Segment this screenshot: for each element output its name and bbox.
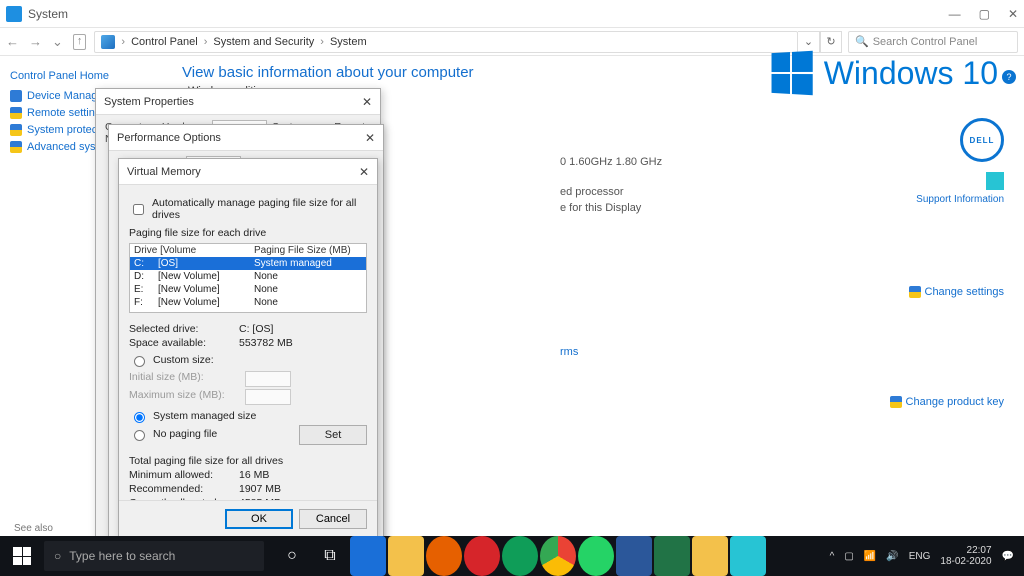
tray-notifications-icon[interactable]: 💬	[1002, 551, 1014, 562]
chrome-icon[interactable]	[540, 536, 576, 576]
sysprops-close[interactable]: ✕	[362, 95, 372, 109]
space-value: 553782 MB	[239, 337, 293, 349]
breadcrumb[interactable]: ›Control Panel ›System and Security ›Sys…	[94, 31, 798, 53]
taskbar-search[interactable]: ○ Type here to search	[44, 541, 264, 571]
explorer-icon[interactable]	[388, 536, 424, 576]
taskview-icon[interactable]: ⧉	[312, 536, 348, 576]
tray-time: 22:07	[940, 545, 991, 556]
dell-logo: DELL	[960, 118, 1004, 162]
nav-back[interactable]: ←	[6, 34, 19, 50]
store-icon[interactable]	[692, 536, 728, 576]
window-titlebar: System — ▢ ✕	[0, 0, 1024, 28]
nav-up[interactable]: ↑	[73, 34, 87, 50]
nav-history[interactable]: ⌄	[52, 34, 63, 50]
vm-title: Virtual Memory	[127, 166, 201, 178]
refresh-button[interactable]: ↻	[820, 31, 842, 53]
shield-icon	[909, 286, 921, 298]
max-size-field	[245, 389, 291, 405]
drive-row[interactable]: D:[New Volume]None	[130, 270, 366, 283]
tray-battery-icon[interactable]: ▢	[844, 551, 853, 562]
app-icon	[6, 6, 22, 22]
vm-close[interactable]: ✕	[359, 165, 369, 179]
cortana-icon: ○	[54, 549, 61, 563]
tray-lang[interactable]: ENG	[909, 551, 931, 562]
close-button[interactable]: ✕	[1008, 7, 1018, 21]
support-assist-icon[interactable]	[986, 172, 1004, 190]
paging-group-label: Paging file size for each drive	[129, 227, 367, 239]
edge-icon[interactable]	[350, 536, 386, 576]
tray-date: 18-02-2020	[940, 556, 991, 567]
max-size-label: Maximum size (MB):	[129, 389, 239, 405]
drive-row[interactable]: E:[New Volume]None	[130, 283, 366, 296]
selected-drive-value: C: [OS]	[239, 323, 273, 335]
maps-icon[interactable]	[502, 536, 538, 576]
set-button[interactable]: Set	[299, 425, 367, 445]
selected-drive-label: Selected drive:	[129, 323, 239, 335]
tray-wifi-icon[interactable]: 📶	[864, 551, 876, 562]
col-drive: Drive [Volume	[134, 245, 254, 256]
crumb-0[interactable]: Control Panel	[131, 36, 198, 48]
col-paging: Paging File Size (MB)	[254, 245, 351, 256]
nav-dropdown[interactable]: ⌄	[798, 31, 820, 53]
cp-home-link[interactable]: Control Panel Home	[10, 70, 160, 82]
support-link[interactable]: Support Information	[916, 194, 1004, 205]
see-also-label: See also	[14, 523, 53, 534]
change-product-key-link[interactable]: Change product key	[890, 396, 1004, 408]
total-group-label: Total paging file size for all drives	[129, 455, 367, 467]
drives-list[interactable]: Drive [VolumePaging File Size (MB) C:[OS…	[129, 243, 367, 313]
auto-manage-checkbox[interactable]: Automatically manage paging file size fo…	[129, 197, 367, 221]
terms-link[interactable]: rms	[560, 346, 578, 358]
cpu-info: 0 1.60GHz 1.80 GHz	[560, 156, 662, 168]
rec-value: 1907 MB	[239, 483, 281, 495]
search-icon: 🔍	[855, 35, 869, 48]
custom-size-radio[interactable]: Custom size:	[129, 353, 367, 367]
processor-note: ed processor	[560, 186, 624, 198]
windows-logo: Windows 10	[770, 52, 998, 94]
change-settings-link[interactable]: Change settings	[909, 286, 1005, 298]
tray-clock[interactable]: 22:07 18-02-2020	[940, 545, 991, 567]
minimize-button[interactable]: —	[949, 7, 961, 21]
taskbar-search-placeholder: Type here to search	[69, 549, 175, 563]
tray-overflow[interactable]: ^	[830, 551, 835, 562]
sysprops-title: System Properties	[104, 96, 194, 108]
space-label: Space available:	[129, 337, 239, 349]
firefox-icon[interactable]	[426, 536, 462, 576]
initial-size-field	[245, 371, 291, 387]
auto-manage-label: Automatically manage paging file size fo…	[152, 197, 367, 221]
vm-cancel-button[interactable]: Cancel	[299, 509, 367, 529]
taskbar: ○ Type here to search ○ ⧉ ^ ▢ 📶 🔊 ENG 22:…	[0, 536, 1024, 576]
maximize-button[interactable]: ▢	[979, 7, 990, 21]
window-title: System	[28, 7, 68, 21]
min-label: Minimum allowed:	[129, 469, 239, 481]
display-note: e for this Display	[560, 202, 641, 214]
shield-icon	[890, 396, 902, 408]
excel-icon[interactable]	[654, 536, 690, 576]
rec-label: Recommended:	[129, 483, 239, 495]
tray-sound-icon[interactable]: 🔊	[886, 551, 898, 562]
system-icon	[101, 35, 115, 49]
drive-row[interactable]: F:[New Volume]None	[130, 296, 366, 309]
search-placeholder: Search Control Panel	[873, 36, 978, 48]
drive-row[interactable]: C:[OS]System managed	[130, 257, 366, 270]
perfopts-title: Performance Options	[117, 132, 221, 144]
vm-ok-button[interactable]: OK	[225, 509, 293, 529]
crumb-2[interactable]: System	[330, 36, 367, 48]
perfopts-close[interactable]: ✕	[365, 131, 375, 145]
opera-icon[interactable]	[464, 536, 500, 576]
nav-fwd[interactable]: →	[29, 34, 42, 50]
cortana-ring[interactable]: ○	[274, 536, 310, 576]
crumb-1[interactable]: System and Security	[213, 36, 314, 48]
start-button[interactable]	[0, 536, 44, 576]
virtual-memory-dialog: Virtual Memory ✕ Automatically manage pag…	[118, 158, 378, 538]
os-name: Windows 10	[824, 55, 998, 92]
search-input[interactable]: 🔍 Search Control Panel	[848, 31, 1018, 53]
min-value: 16 MB	[239, 469, 269, 481]
app-icon-extra[interactable]	[730, 536, 766, 576]
word-icon[interactable]	[616, 536, 652, 576]
whatsapp-icon[interactable]	[578, 536, 614, 576]
initial-size-label: Initial size (MB):	[129, 371, 239, 387]
system-managed-radio[interactable]: System managed size	[129, 409, 367, 423]
